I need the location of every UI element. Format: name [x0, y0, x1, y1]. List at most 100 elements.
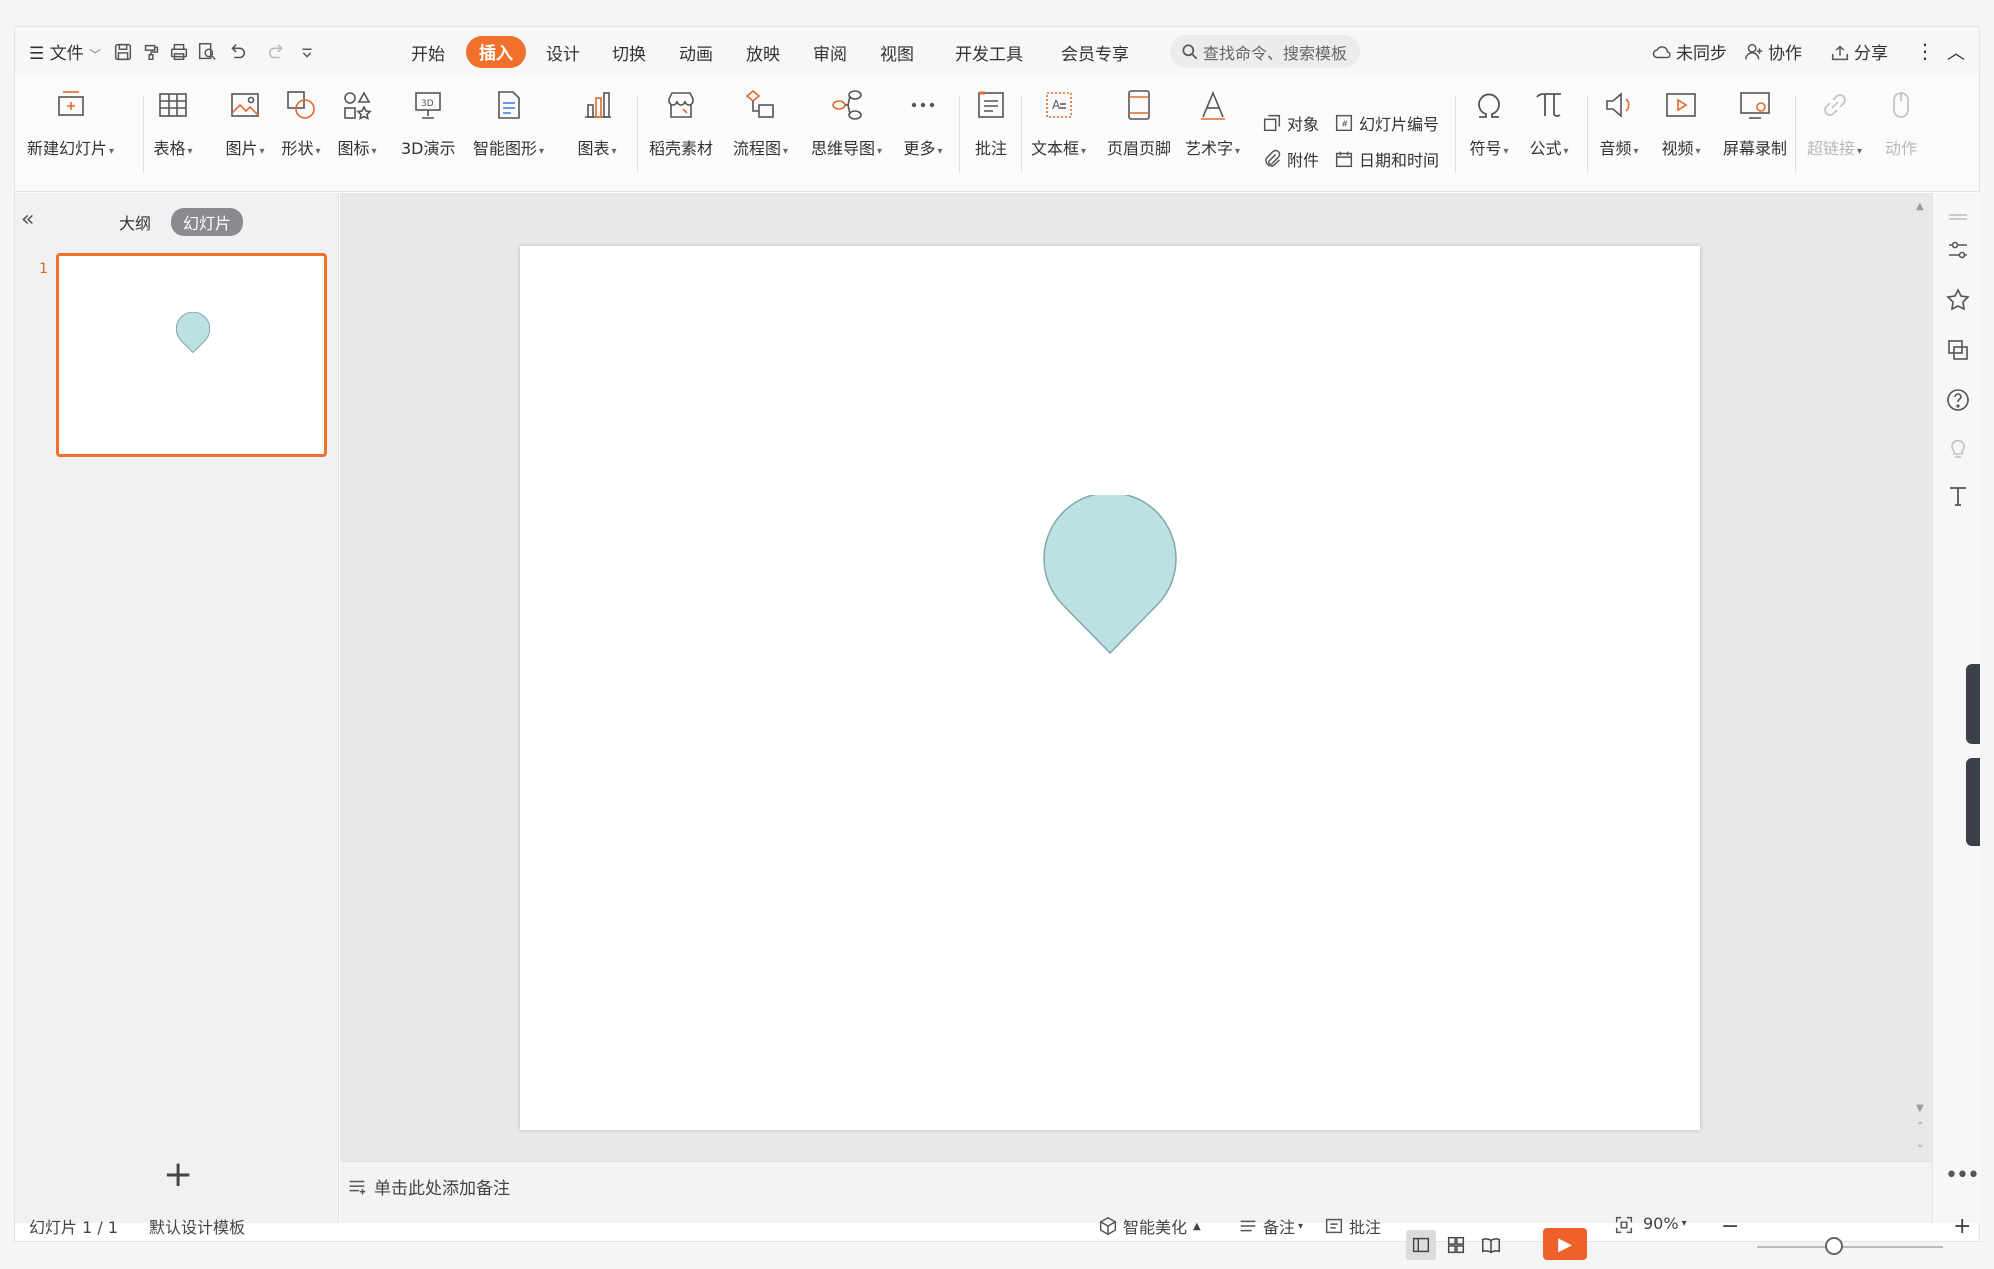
- mindmap-button[interactable]: 思维导图 ▾: [811, 83, 882, 159]
- icon-button[interactable]: 图标 ▾: [335, 83, 379, 159]
- header-footer-button[interactable]: 页眉页脚: [1107, 83, 1171, 159]
- 3d-demo-button[interactable]: 3D 3D演示: [401, 83, 456, 159]
- print-icon[interactable]: [165, 38, 193, 66]
- search-box[interactable]: 查找命令、搜索模板: [1170, 35, 1360, 68]
- collab-button[interactable]: 协作: [1743, 39, 1802, 64]
- more-options-icon[interactable]: ⋮: [1915, 39, 1935, 63]
- next-slide-icon[interactable]: ⌄: [1916, 1139, 1924, 1150]
- object-label: 对象: [1287, 115, 1320, 134]
- datetime-button[interactable]: 日期和时间: [1333, 147, 1439, 171]
- tab-transition[interactable]: 切换: [612, 40, 646, 65]
- share-button[interactable]: 分享: [1829, 39, 1888, 64]
- fit-window-button[interactable]: [1613, 1214, 1639, 1236]
- beautify-button[interactable]: 智能美化 ▲: [1097, 1214, 1201, 1238]
- hyperlink-button[interactable]: 超链接 ▾: [1807, 83, 1862, 159]
- tab-animation[interactable]: 动画: [679, 40, 713, 65]
- help-icon[interactable]: [1945, 387, 1971, 413]
- zoom-level[interactable]: 90% ▾: [1643, 1214, 1687, 1233]
- zoom-out-button[interactable]: −: [1721, 1214, 1739, 1239]
- material-button[interactable]: 稻壳素材: [649, 83, 713, 159]
- screen-record-button[interactable]: 屏幕录制: [1723, 83, 1787, 159]
- shape-button[interactable]: 形状 ▾: [279, 83, 323, 159]
- action-button[interactable]: 动作: [1879, 83, 1923, 159]
- audio-button[interactable]: 音频 ▾: [1597, 83, 1641, 159]
- slide-transition-icon[interactable]: [1945, 337, 1971, 363]
- slide-number-button[interactable]: # 幻灯片编号: [1333, 111, 1439, 135]
- new-slide-button[interactable]: 新建幻灯片 ▾: [27, 83, 114, 159]
- wordart-button[interactable]: 艺术字 ▾: [1185, 83, 1240, 159]
- properties-icon[interactable]: [1945, 237, 1971, 263]
- more-horizontal-icon[interactable]: •••: [1945, 1163, 1980, 1188]
- vertical-scrollbar[interactable]: ▲ ▼ ⌃ ⌄: [1912, 193, 1932, 1187]
- tab-view[interactable]: 视图: [880, 40, 914, 65]
- tab-member[interactable]: 会员专享: [1061, 40, 1129, 65]
- zoom-slider-track[interactable]: [1757, 1246, 1943, 1248]
- normal-view-button[interactable]: [1406, 1230, 1436, 1260]
- template-name[interactable]: 默认设计模板: [149, 1214, 245, 1238]
- object-button[interactable]: 对象: [1261, 111, 1319, 135]
- drag-handle-icon[interactable]: [1945, 205, 1971, 231]
- formula-button[interactable]: 公式 ▾: [1527, 83, 1571, 159]
- slide-thumbnail[interactable]: [56, 253, 327, 457]
- tab-home[interactable]: 开始: [411, 40, 445, 65]
- attachment-button[interactable]: 附件: [1261, 147, 1319, 171]
- teardrop-shape[interactable]: [1043, 495, 1177, 655]
- side-panel-grip[interactable]: [1966, 758, 1980, 846]
- redo-icon[interactable]: [263, 38, 291, 66]
- tab-developer[interactable]: 开发工具: [955, 40, 1023, 65]
- comment-icon: [978, 91, 1004, 118]
- tab-design[interactable]: 设计: [546, 40, 580, 65]
- zoom-in-button[interactable]: +: [1953, 1214, 1971, 1239]
- symbol-button[interactable]: 符号 ▾: [1467, 83, 1511, 159]
- slide-canvas[interactable]: [520, 246, 1700, 1130]
- scroll-down-icon[interactable]: ▼: [1916, 1103, 1924, 1114]
- beautify-label: 智能美化: [1123, 1218, 1188, 1237]
- lightbulb-icon[interactable]: [1945, 435, 1971, 461]
- chart-button[interactable]: 图表 ▾: [575, 83, 619, 159]
- table-button[interactable]: 表格 ▾: [151, 83, 195, 159]
- comment-toggle-button[interactable]: 批注: [1323, 1214, 1381, 1238]
- comment-button[interactable]: 批注: [969, 83, 1013, 159]
- side-panel-grip[interactable]: [1966, 664, 1980, 744]
- screen-record-label: 屏幕录制: [1723, 139, 1788, 158]
- textbox-button[interactable]: A 文本框 ▾: [1031, 83, 1086, 159]
- fit-window-icon: [1615, 1216, 1633, 1234]
- picture-button[interactable]: 图片 ▾: [223, 83, 267, 159]
- text-icon[interactable]: [1945, 483, 1971, 509]
- tab-slideshow[interactable]: 放映: [746, 40, 780, 65]
- prev-slide-icon[interactable]: ⌃: [1916, 1121, 1924, 1132]
- notes-toggle-button[interactable]: 备注 ▾: [1237, 1214, 1303, 1238]
- add-slide-button[interactable]: +: [163, 1157, 193, 1193]
- tab-review[interactable]: 审阅: [813, 40, 847, 65]
- icon-label: 图标: [337, 139, 370, 158]
- print-preview-icon[interactable]: [193, 38, 221, 66]
- menu-bar: ☰ 文件 ﹀ 开始 插入 设计 切换 动画 放映 审阅 视图 开发工具 会员专享…: [15, 27, 1979, 77]
- play-slideshow-button[interactable]: ▶: [1543, 1228, 1587, 1260]
- undo-icon[interactable]: [223, 38, 251, 66]
- collapse-ribbon-icon[interactable]: ︿: [1947, 39, 1965, 65]
- more-button[interactable]: 更多 ▾: [901, 83, 945, 159]
- tab-outline[interactable]: 大纲: [119, 210, 151, 234]
- collapse-panel-icon[interactable]: «: [21, 207, 34, 232]
- zoom-slider-knob[interactable]: [1825, 1237, 1843, 1255]
- customize-toolbar-icon[interactable]: [293, 38, 321, 66]
- tab-insert[interactable]: 插入: [466, 36, 526, 68]
- ribbon-separator: [1795, 95, 1796, 173]
- cloud-icon: [1652, 45, 1671, 58]
- flowchart-button[interactable]: 流程图 ▾: [733, 83, 788, 159]
- sync-button[interactable]: 未同步: [1651, 39, 1727, 64]
- save-icon[interactable]: [109, 38, 137, 66]
- format-painter-icon[interactable]: [137, 38, 165, 66]
- file-menu[interactable]: ☰ 文件 ﹀: [29, 39, 101, 64]
- tab-slides[interactable]: 幻灯片: [171, 208, 244, 236]
- smartart-button[interactable]: 智能图形 ▾: [473, 83, 544, 159]
- scroll-up-icon[interactable]: ▲: [1916, 201, 1924, 212]
- reading-view-button[interactable]: [1476, 1230, 1506, 1260]
- video-button[interactable]: 视频 ▾: [1659, 83, 1703, 159]
- grid-view-button[interactable]: [1441, 1230, 1471, 1260]
- pi-icon: [1536, 93, 1561, 117]
- star-icon[interactable]: [1945, 287, 1971, 313]
- table-icon: [159, 93, 187, 117]
- slide-info: 幻灯片 1 / 1: [29, 1218, 119, 1237]
- paperclip-icon: [1265, 149, 1281, 167]
